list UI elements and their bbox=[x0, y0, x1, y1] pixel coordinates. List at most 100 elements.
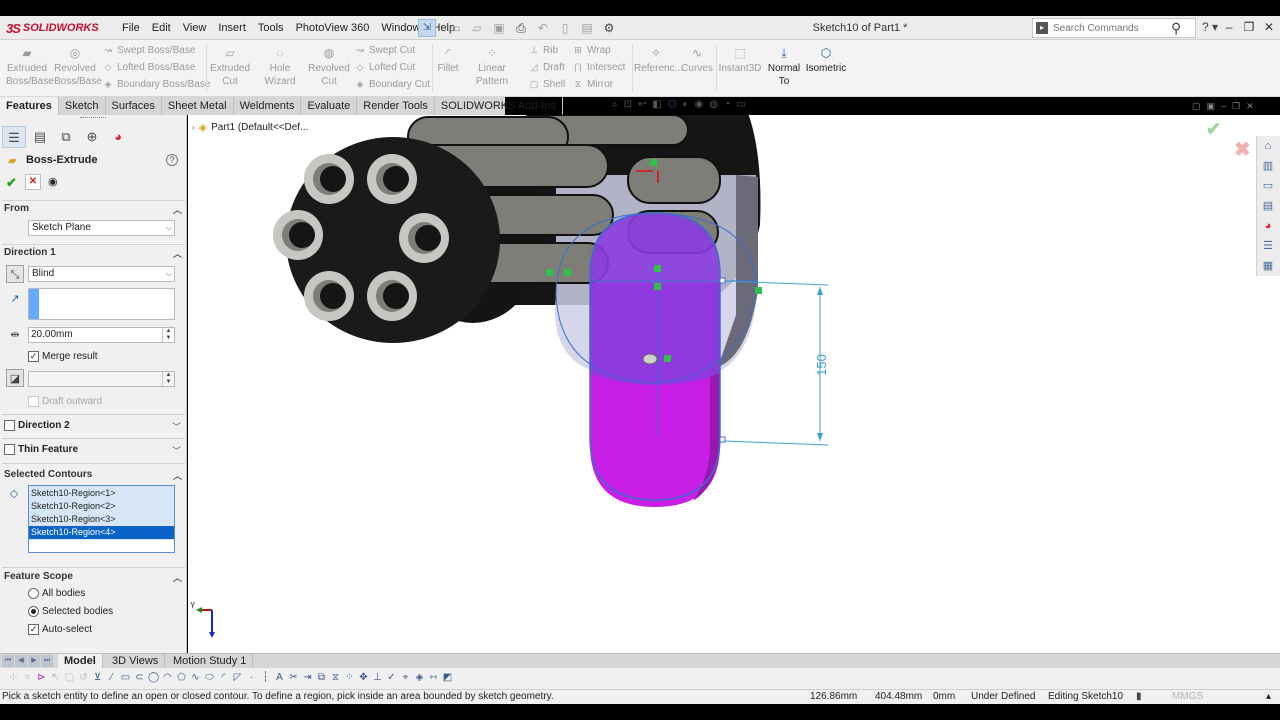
minimize-window-icon[interactable]: – bbox=[1220, 20, 1238, 34]
display-manager-tab-icon[interactable]: ◕ bbox=[106, 126, 130, 148]
boundary-boss-button[interactable]: ◈ Boundary Boss/Base bbox=[102, 79, 211, 90]
wrap-button[interactable]: ⊞ Wrap bbox=[572, 45, 611, 56]
text-icon[interactable]: A bbox=[274, 670, 285, 686]
first-tab-icon[interactable]: ⏮ bbox=[2, 655, 14, 667]
spline-icon[interactable]: ∿ bbox=[190, 670, 201, 686]
tab-weldments[interactable]: Weldments bbox=[234, 97, 302, 115]
polygon-icon[interactable]: ⬠ bbox=[176, 670, 187, 686]
menu-tools[interactable]: Tools bbox=[252, 22, 290, 34]
viewport-restore-icon[interactable]: ❐ bbox=[1232, 101, 1240, 112]
menu-view[interactable]: View bbox=[177, 22, 213, 34]
linear-pattern-button[interactable]: ⁘ Linear Pattern bbox=[462, 46, 522, 88]
depth-input[interactable]: 20.00mm ▲ ▼ bbox=[28, 327, 175, 343]
section-feature-scope[interactable]: Feature Scope ︿ bbox=[4, 571, 184, 587]
pin-menu-icon[interactable]: ⇲ bbox=[418, 19, 436, 37]
display-style-icon[interactable]: ◐ bbox=[683, 99, 689, 113]
fillet-button[interactable]: ◜ Fillet bbox=[436, 46, 460, 75]
feature-manager-tab-icon[interactable]: ☰ bbox=[2, 126, 26, 148]
lofted-cut-button[interactable]: ◇ Lofted Cut bbox=[354, 62, 416, 73]
shell-button[interactable]: ▢ Shell bbox=[528, 79, 566, 90]
boundary-cut-button[interactable]: ◈ Boundary Cut bbox=[354, 79, 431, 90]
draft-outward-checkbox[interactable]: Draft outward bbox=[28, 396, 102, 407]
file-explorer-icon[interactable]: ▭ bbox=[1257, 176, 1279, 196]
dimension-value[interactable]: 150 bbox=[814, 354, 829, 376]
search-icon[interactable]: ⚲ bbox=[1171, 20, 1181, 37]
section-direction-1[interactable]: Direction 1 ︿ bbox=[4, 247, 184, 263]
solidworks-logo[interactable]: 3S SOLIDWORKS bbox=[6, 19, 99, 37]
save-icon[interactable]: ▣ bbox=[490, 20, 508, 36]
hole-wizard-button[interactable]: ◌ Hole Wizard bbox=[254, 46, 306, 88]
rapid-sketch-toggle-icon[interactable]: ◈ bbox=[414, 670, 425, 686]
merge-result-checkbox[interactable]: ✓ Merge result bbox=[28, 351, 98, 362]
reverse-direction-icon[interactable]: ⤡ bbox=[6, 265, 24, 283]
trim-icon[interactable]: ✂ bbox=[288, 670, 299, 686]
draft-button[interactable]: ◿ Draft bbox=[528, 62, 565, 73]
quick-snaps-icon[interactable]: ⌖ bbox=[400, 670, 411, 686]
tab-3d-views[interactable]: 3D Views bbox=[106, 654, 166, 669]
move-entities-icon[interactable]: ✥ bbox=[358, 670, 369, 686]
reference-geometry-button[interactable]: ✧ Referenc... bbox=[634, 46, 683, 75]
extruded-boss-button[interactable]: ▰ Extruded Boss/Base bbox=[6, 46, 54, 88]
expand-chevron-icon[interactable]: ﹀ bbox=[172, 420, 181, 433]
chamfer-icon[interactable]: ◸ bbox=[232, 670, 243, 686]
centerline-icon[interactable]: ┆ bbox=[260, 670, 271, 686]
viewport-minimize-icon[interactable]: – bbox=[1221, 101, 1226, 112]
custom-properties-icon[interactable]: ☰ bbox=[1257, 236, 1279, 256]
end-condition-select[interactable]: Blind ⌵ bbox=[28, 266, 175, 282]
list-item-selected[interactable]: Sketch10-Region<4> bbox=[29, 526, 174, 539]
offset-icon[interactable]: ⧉ bbox=[316, 670, 327, 686]
from-select[interactable]: Sketch Plane ⌵ bbox=[28, 220, 175, 236]
design-library-icon[interactable]: ▥ bbox=[1257, 156, 1279, 176]
checkbox-merge-result[interactable]: ✓ bbox=[28, 351, 39, 362]
zoom-to-fit-icon[interactable]: ⌕ bbox=[612, 99, 618, 113]
help-icon[interactable]: ? bbox=[166, 154, 178, 166]
rectangle-icon[interactable]: ▭ bbox=[120, 670, 131, 686]
graphics-area[interactable]: 150 › ◈ Part1 (Default<<Def... ✔ ✖ bbox=[188, 115, 1280, 653]
selected-bodies-radio[interactable]: Selected bodies bbox=[28, 606, 113, 617]
feature-tree-flyout[interactable]: › ◈ Part1 (Default<<Def... bbox=[192, 121, 308, 134]
ellipse-icon[interactable]: ⬭ bbox=[204, 670, 215, 686]
undo-icon[interactable]: ↶ bbox=[534, 20, 552, 36]
repair-sketch-icon[interactable]: ✓ bbox=[386, 670, 397, 686]
curves-button[interactable]: ∿ Curves bbox=[680, 46, 714, 75]
tab-evaluate[interactable]: Evaluate bbox=[301, 97, 358, 115]
shaded-contours-icon[interactable]: ◩ bbox=[442, 670, 453, 686]
solidworks-resources-icon[interactable]: ⌂ bbox=[1257, 136, 1279, 156]
revolved-cut-button[interactable]: ◍ Revolved Cut bbox=[308, 46, 350, 88]
rebuild-indicator-icon[interactable]: ▮ bbox=[1136, 691, 1142, 702]
rib-button[interactable]: ⊥ Rib bbox=[528, 45, 558, 56]
list-item[interactable]: Sketch10-Region<3> bbox=[29, 513, 174, 526]
selected-contours-list[interactable]: Sketch10-Region<1> Sketch10-Region<2> Sk… bbox=[28, 485, 175, 553]
expand-arrow-icon[interactable]: › bbox=[192, 123, 195, 132]
select-icon[interactable]: ▯ bbox=[556, 20, 574, 36]
arc-icon[interactable]: ◠ bbox=[162, 670, 173, 686]
circle-icon[interactable]: ◯ bbox=[148, 670, 159, 686]
tab-render-tools[interactable]: Render Tools bbox=[357, 97, 435, 115]
linear-sketch-pattern-icon[interactable]: ⁘ bbox=[344, 670, 355, 686]
help-button[interactable]: ? ▾ bbox=[1202, 20, 1218, 34]
radio-selected-bodies[interactable] bbox=[28, 606, 39, 617]
rapid-sketch-icon[interactable]: ⊻ bbox=[92, 670, 103, 686]
list-item[interactable]: Sketch10-Region<2> bbox=[29, 500, 174, 513]
ok-check-icon[interactable]: ✔ bbox=[6, 175, 17, 191]
sketch-icon[interactable]: ▢ bbox=[64, 670, 75, 686]
viewport-cascade-icon[interactable]: ▣ bbox=[1207, 101, 1216, 112]
checkbox-thin-feature[interactable] bbox=[4, 444, 15, 455]
mirror-button[interactable]: ⧖ Mirror bbox=[572, 79, 613, 90]
next-tab-icon[interactable]: ▶ bbox=[28, 655, 40, 667]
menu-edit[interactable]: Edit bbox=[146, 22, 177, 34]
restore-window-icon[interactable]: ❐ bbox=[1240, 20, 1258, 34]
model-view[interactable]: 150 bbox=[188, 115, 1280, 653]
menu-insert[interactable]: Insert bbox=[212, 22, 252, 34]
instant3d-button[interactable]: ⬚ Instant3D bbox=[718, 46, 762, 75]
view-orientation-icon[interactable]: ⬡ bbox=[668, 99, 677, 113]
detailed-preview-eye-icon[interactable]: ◉ bbox=[48, 175, 58, 188]
section-from[interactable]: From ︿ bbox=[4, 203, 184, 219]
confirm-ok-check-icon[interactable]: ✔ bbox=[1206, 119, 1221, 140]
revolved-boss-button[interactable]: ◎ Revolved Boss/Base bbox=[54, 46, 102, 88]
tab-surfaces[interactable]: Surfaces bbox=[106, 97, 162, 115]
exit-sketch-icon[interactable]: ↺ bbox=[78, 670, 89, 686]
draft-on-off-icon[interactable]: ◪ bbox=[6, 369, 24, 387]
checkbox-direction-2[interactable] bbox=[4, 420, 15, 431]
forum-icon[interactable]: ▦ bbox=[1257, 256, 1279, 276]
